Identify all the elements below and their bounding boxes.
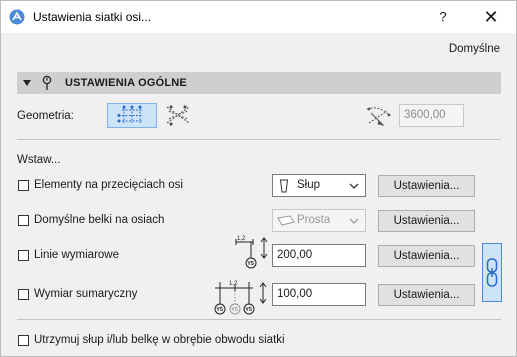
- cumulative-label: Wymiar sumaryczny: [34, 288, 138, 300]
- dimension-label: Linie wymiarowe: [34, 249, 120, 261]
- geometry-rectangular-button[interactable]: [107, 103, 157, 128]
- beam-checkbox[interactable]: [18, 215, 29, 226]
- section-title: USTAWIENIA OGÓLNE: [65, 77, 187, 89]
- archicad-app-icon: [9, 9, 25, 25]
- dimension-distance-input[interactable]: 200,00: [272, 244, 366, 267]
- insert-heading: Wstaw...: [17, 154, 61, 166]
- dimension-icon-tag: Y5: [247, 261, 254, 267]
- polar-grid-icon: [166, 105, 190, 126]
- cumulative-icon-tag-1: Y5: [216, 307, 223, 313]
- link-values-toggle[interactable]: [482, 243, 502, 302]
- chevron-down-icon: [349, 183, 359, 189]
- dimension-line-icon: 1,2 Y5: [235, 236, 268, 269]
- column-select-value: Słup: [297, 179, 321, 191]
- keep-within-grid-checkbox[interactable]: [18, 335, 29, 346]
- geometry-polar-button[interactable]: [161, 103, 195, 128]
- cumulative-icon-tag-2: Y5: [231, 307, 238, 313]
- cumulative-checkbox[interactable]: [18, 289, 29, 300]
- keep-within-grid-label: Utrzymuj słup i/lub belkę w obrębie obwo…: [34, 334, 285, 346]
- cumulative-distance-input[interactable]: 100,00: [272, 283, 366, 306]
- divider: [17, 319, 501, 320]
- dimension-settings-button[interactable]: Ustawienia...: [378, 245, 475, 267]
- column-type-select[interactable]: Słup: [272, 174, 366, 197]
- close-button[interactable]: ✕: [479, 7, 503, 27]
- dialog-window: Ustawienia siatki osi... ? ✕ Domyślne US…: [0, 0, 517, 357]
- cumulative-dimension-icon: 1,2 Y5 Y5 Y5: [214, 281, 267, 315]
- window-title: Ustawienia siatki osi...: [33, 10, 152, 24]
- collapse-triangle-icon[interactable]: [23, 80, 31, 86]
- beam-select-value: Prosta: [297, 214, 331, 226]
- cumulative-icon-tag-3: Y5: [245, 307, 252, 313]
- chain-link-icon: [486, 258, 498, 287]
- divider: [17, 139, 501, 140]
- beam-type-select[interactable]: Prosta: [272, 209, 366, 232]
- cumulative-settings-button[interactable]: Ustawienia...: [378, 284, 475, 306]
- radius-icon: [366, 107, 391, 126]
- pin-icon: [42, 75, 52, 90]
- column-label: Elementy na przecięciach osi: [34, 179, 183, 191]
- chevron-down-icon: [349, 218, 359, 224]
- column-settings-button[interactable]: Ustawienia...: [378, 175, 475, 197]
- column-icon: [279, 179, 289, 193]
- dimension-checkbox[interactable]: [18, 250, 29, 261]
- defaults-link[interactable]: Domyślne: [449, 43, 500, 55]
- beam-icon: [277, 215, 295, 226]
- rectangular-grid-icon: [117, 105, 142, 123]
- help-button[interactable]: ?: [433, 7, 453, 27]
- cumulative-icon-text: 1,2: [229, 281, 238, 287]
- beam-settings-button[interactable]: Ustawienia...: [378, 210, 475, 232]
- dimension-icon-text: 1,2: [237, 236, 246, 242]
- geometry-label: Geometria:: [17, 110, 74, 122]
- radius-input[interactable]: 3600,00: [399, 104, 464, 127]
- column-checkbox[interactable]: [18, 180, 29, 191]
- beam-label: Domyślne belki na osiach: [34, 214, 165, 226]
